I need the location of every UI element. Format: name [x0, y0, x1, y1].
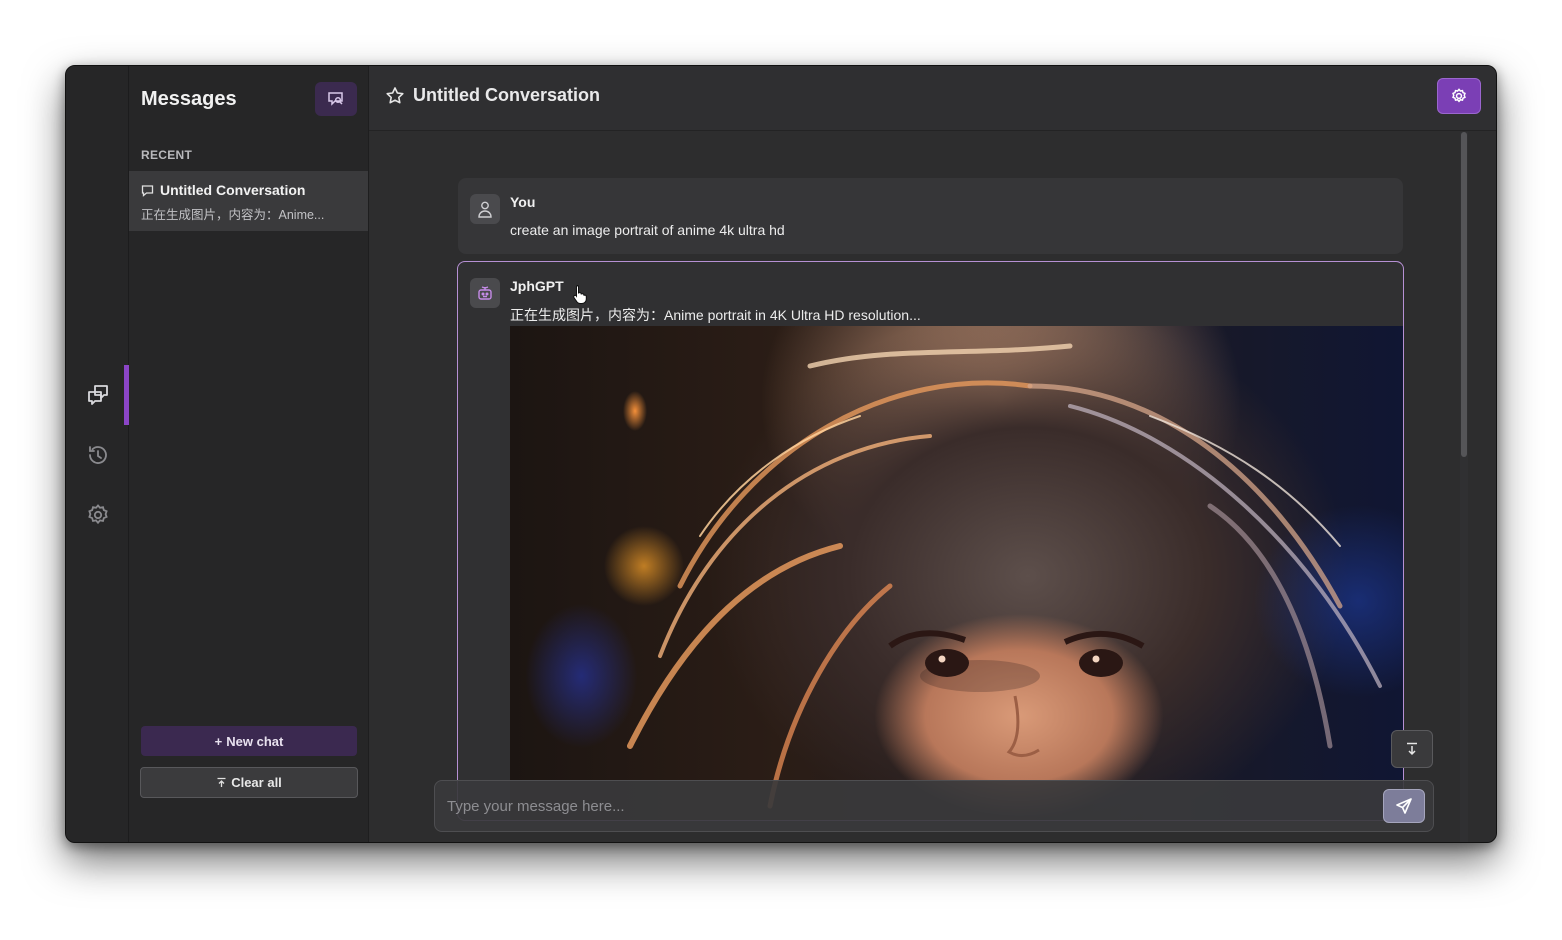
search-conversations-button[interactable] — [315, 82, 357, 116]
message-sender: JphGPT — [510, 278, 564, 294]
settings-button[interactable] — [1437, 78, 1481, 114]
clear-all-button[interactable]: Clear all — [140, 767, 358, 798]
new-chat-label: New chat — [226, 733, 284, 749]
assistant-message: JphGPT 正在生成图片，内容为：Anime portrait in 4K U… — [457, 261, 1404, 821]
icon-rail — [66, 66, 129, 842]
message-text: 正在生成图片，内容为：Anime portrait in 4K Ultra HD… — [510, 307, 921, 323]
rail-chats-button[interactable] — [66, 365, 129, 425]
conversation-item[interactable]: Untitled Conversation 正在生成图片，内容为：Anime..… — [129, 171, 368, 231]
send-button[interactable] — [1383, 789, 1425, 823]
conversation-item-title-row: Untitled Conversation — [141, 182, 356, 198]
scrollbar[interactable] — [1460, 132, 1468, 842]
message-input[interactable] — [447, 794, 1367, 818]
user-icon — [478, 201, 492, 218]
page-title: Untitled Conversation — [413, 85, 601, 105]
conversation-preview: 正在生成图片，内容为：Anime... — [141, 208, 325, 222]
scroll-to-bottom-button[interactable] — [1391, 730, 1433, 768]
plus-icon: + — [214, 733, 223, 749]
history-icon — [88, 446, 107, 464]
settings-icon — [87, 504, 108, 525]
new-chat-button[interactable]: + New chat — [141, 726, 357, 756]
conversation-title: Untitled Conversation — [160, 182, 306, 198]
scrollbar-thumb[interactable] — [1461, 132, 1467, 457]
recent-label: RECENT — [141, 148, 193, 162]
user-message: You create an image portrait of anime 4k… — [458, 178, 1403, 254]
robot-icon — [478, 286, 492, 300]
conversation-header: Untitled Conversation — [385, 85, 600, 106]
chat-main: Untitled Conversation You create an imag… — [369, 66, 1496, 842]
clear-up-icon — [217, 777, 226, 787]
message-text: create an image portrait of anime 4k ult… — [510, 222, 785, 238]
chat-header: Untitled Conversation — [369, 66, 1496, 131]
user-avatar — [470, 194, 500, 224]
sidebar: Messages RECENT Untitled Conversation 正在… — [129, 66, 369, 842]
sidebar-title: Messages — [141, 88, 237, 110]
arrow-down-icon — [1407, 742, 1417, 756]
message-sender: You — [510, 194, 536, 210]
search-chat-icon — [328, 92, 343, 106]
face — [888, 630, 1145, 757]
rail-settings-button[interactable] — [66, 485, 129, 545]
chats-icon — [87, 385, 108, 405]
mouse-cursor-icon — [573, 285, 587, 304]
rail-history-button[interactable] — [66, 425, 129, 485]
app-window: Messages RECENT Untitled Conversation 正在… — [65, 65, 1497, 843]
message-composer — [434, 780, 1434, 832]
message-icon — [141, 184, 154, 197]
star-icon[interactable] — [385, 86, 405, 106]
clear-all-label: Clear all — [231, 775, 282, 790]
anime-portrait-illustration — [627, 343, 1382, 809]
send-icon — [1396, 798, 1412, 814]
gear-icon — [1452, 88, 1466, 103]
generated-image[interactable] — [510, 326, 1403, 820]
assistant-avatar — [470, 278, 500, 308]
